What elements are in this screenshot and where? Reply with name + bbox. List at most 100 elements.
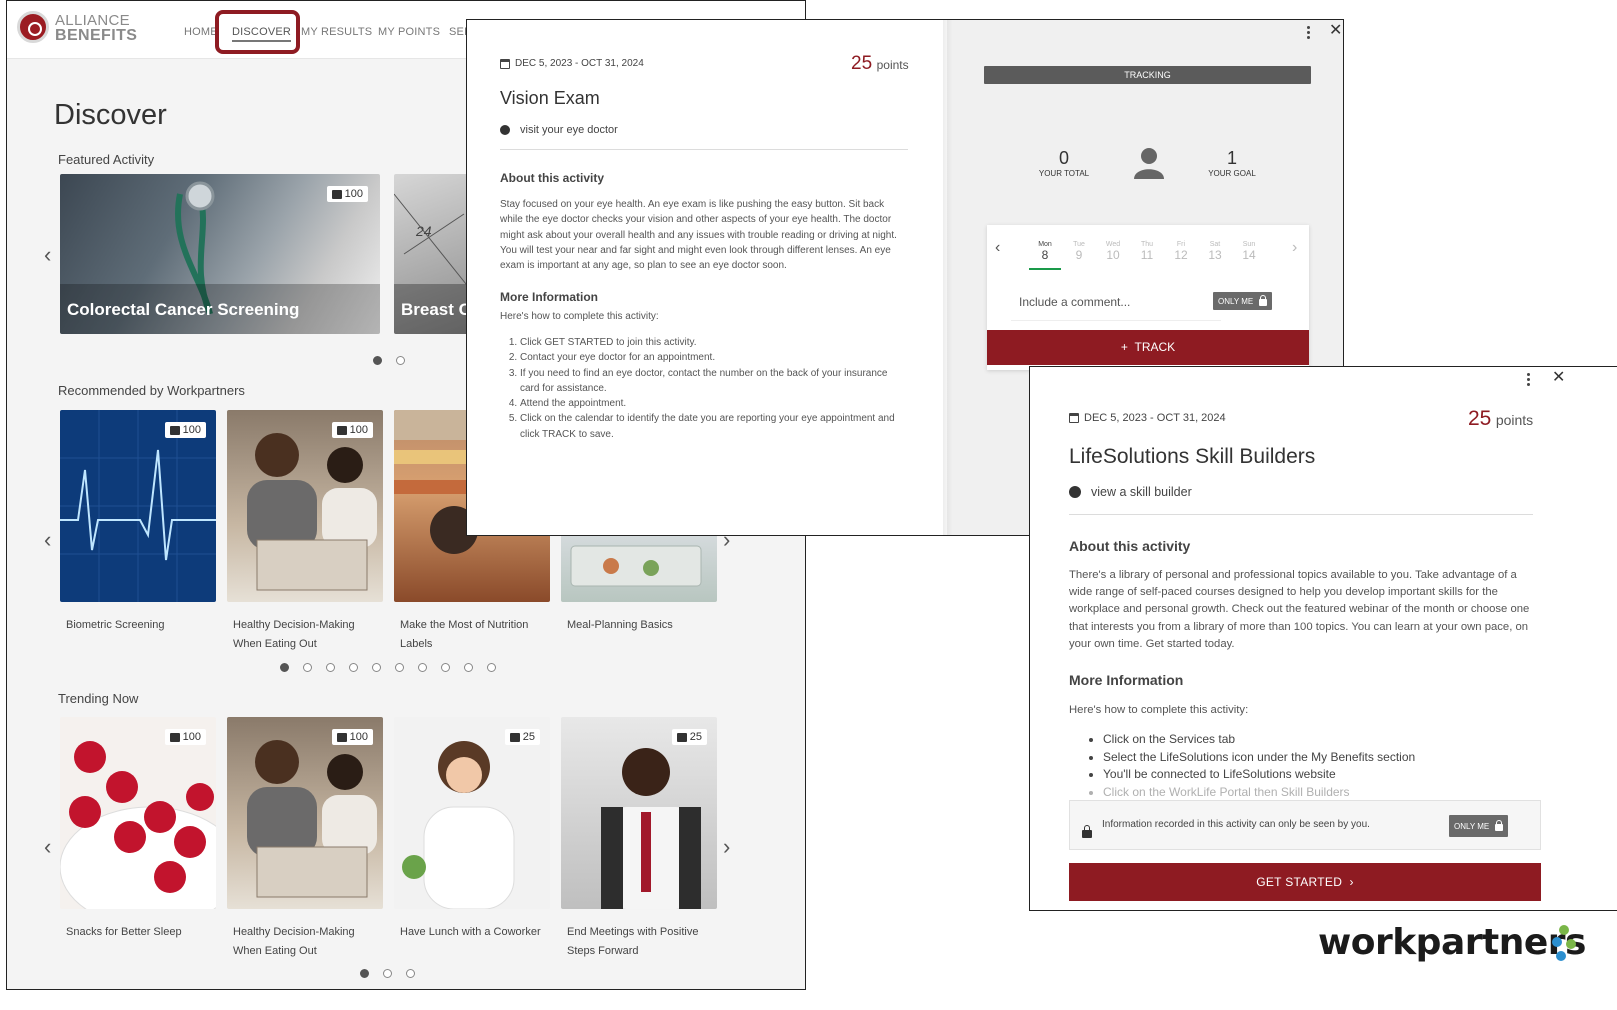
steps-list: Click on the Services tab Select the Lif… [1069,731,1533,801]
gift-icon [676,732,687,742]
day-sat[interactable]: Sat 13 [1201,241,1229,262]
recommended-caption-2: Healthy Decision-Making When Eating Out [233,619,355,650]
step-item: If you need to find an eye doctor, conta… [520,366,900,397]
workpartners-logo: workpartners [1318,922,1586,963]
heartbeat-illustration [60,410,216,602]
lock-icon [1495,820,1504,831]
trending-card-lunch[interactable]: 25 [394,717,550,909]
day-mon[interactable]: Mon 8 [1029,241,1061,270]
recommended-page-dot[interactable] [464,663,473,672]
points-badge: 100 [326,186,368,202]
workpartners-mark-icon [1552,925,1576,961]
trending-section-title: Trending Now [58,691,139,706]
page-title: Discover [54,99,167,131]
featured-card-breast[interactable]: 24 Breast C [394,174,474,334]
dialog-title: Vision Exam [500,88,600,108]
info-icon [1069,486,1081,498]
recommended-card-eating-out[interactable]: 100 [227,410,383,602]
recommended-page-dot[interactable] [326,663,335,672]
lock-icon [1082,825,1092,838]
trending-card-meetings[interactable]: 25 [561,717,717,909]
trending-next-arrow-icon[interactable]: › [723,834,730,860]
more-info-intro: Here's how to complete this activity: [1069,704,1249,716]
nav-my-points[interactable]: MY POINTS [378,26,440,38]
featured-card-title: Colorectal Cancer Screening [67,300,300,319]
day-tue[interactable]: Tue 9 [1065,241,1093,262]
recommended-page-dot[interactable] [349,663,358,672]
more-options-icon[interactable] [1307,26,1310,41]
day-fri[interactable]: Fri 12 [1167,241,1195,262]
comment-input[interactable]: Include a comment... [1011,287,1221,321]
step-item: Click on the WorkLife Portal then Skill … [1103,784,1533,802]
featured-page-dot-1[interactable] [373,356,382,365]
calendar-icon [1069,413,1079,423]
close-icon[interactable]: ✕ [1552,370,1565,386]
day-thu[interactable]: Thu 11 [1133,241,1161,262]
recommended-caption-1: Biometric Screening [66,619,165,631]
lock-icon [1259,295,1268,306]
featured-card-title-2: Breast C [401,300,471,319]
recommended-prev-arrow-icon[interactable]: ‹ [44,527,51,553]
close-icon[interactable]: ✕ [1329,23,1342,39]
trending-caption-2: Healthy Decision-Making When Eating Out [233,926,355,957]
chevron-right-icon: › [1349,875,1354,889]
about-text: There's a library of personal and profes… [1069,569,1530,650]
tracking-header: TRACKING [984,66,1311,84]
only-me-toggle[interactable]: ONLY ME [1213,292,1273,310]
more-options-icon[interactable] [1527,373,1530,388]
get-started-button[interactable]: GET STARTED › [1069,863,1541,901]
nav-my-results[interactable]: MY RESULTS [301,26,372,38]
recommended-page-dot[interactable] [303,663,312,672]
featured-page-dot-2[interactable] [396,356,405,365]
points-badge: 25 [504,729,540,745]
dialog-title: LifeSolutions Skill Builders [1069,445,1316,468]
trending-caption-4: End Meetings with Positive Steps Forward [567,926,699,957]
alliance-logo-icon[interactable] [17,11,49,43]
brand-line-2: BENEFITS [55,27,138,44]
day-sun[interactable]: Sun 14 [1235,241,1263,262]
track-button[interactable]: + TRACK [987,330,1309,365]
smiling-woman-illustration [402,741,515,909]
next-week-icon[interactable]: › [1292,239,1297,257]
recommended-page-dot[interactable] [487,663,496,672]
about-text: Stay focused on your eye health. An eye … [500,199,897,272]
recommended-page-dot[interactable] [441,663,450,672]
trending-card-snacks[interactable]: 100 [60,717,216,909]
raspberries-illustration [60,741,216,909]
trending-page-dot[interactable] [383,969,392,978]
prev-week-icon[interactable]: ‹ [995,239,1000,257]
recommended-page-dot[interactable] [372,663,381,672]
recommended-page-dot[interactable] [418,663,427,672]
your-total: 0 YOUR TOTAL [1038,148,1090,178]
trending-prev-arrow-icon[interactable]: ‹ [44,834,51,860]
more-info-intro: Here's how to complete this activity: [500,311,659,322]
nav-home[interactable]: HOME [184,26,218,38]
divider [1069,514,1533,515]
featured-section-title: Featured Activity [58,152,155,167]
featured-card-colorectal[interactable]: 100 Colorectal Cancer Screening [60,174,380,334]
day-wed[interactable]: Wed 10 [1099,241,1127,262]
meal-prep-illustration [570,545,702,587]
steps-list: Click GET STARTED to join this activity.… [500,335,900,442]
featured-prev-arrow-icon[interactable]: ‹ [44,242,51,268]
step-item: You'll be connected to LifeSolutions web… [1103,766,1533,784]
more-info-heading: More Information [1069,672,1184,688]
couple-menu-illustration [247,740,377,898]
about-heading: About this activity [500,171,605,185]
trending-page-dot[interactable] [406,969,415,978]
trending-page-dot[interactable] [360,969,369,978]
recommended-page-dot[interactable] [395,663,404,672]
trending-caption-1: Snacks for Better Sleep [66,926,182,938]
only-me-toggle[interactable]: ONLY ME [1449,815,1509,837]
recommended-card-meal-planning[interactable] [561,526,717,602]
recommended-page-dot[interactable] [280,663,289,672]
pane-divider [943,20,953,535]
info-icon [500,125,510,135]
recommended-caption-3: Make the Most of Nutrition Labels [400,619,529,650]
points-badge: 25 [671,729,707,745]
gift-icon [336,732,347,742]
couple-menu-illustration [247,433,377,591]
recommended-card-biometric[interactable]: 100 [60,410,216,602]
trending-card-eating-out[interactable]: 100 [227,717,383,909]
points-badge: 100 [164,422,206,438]
